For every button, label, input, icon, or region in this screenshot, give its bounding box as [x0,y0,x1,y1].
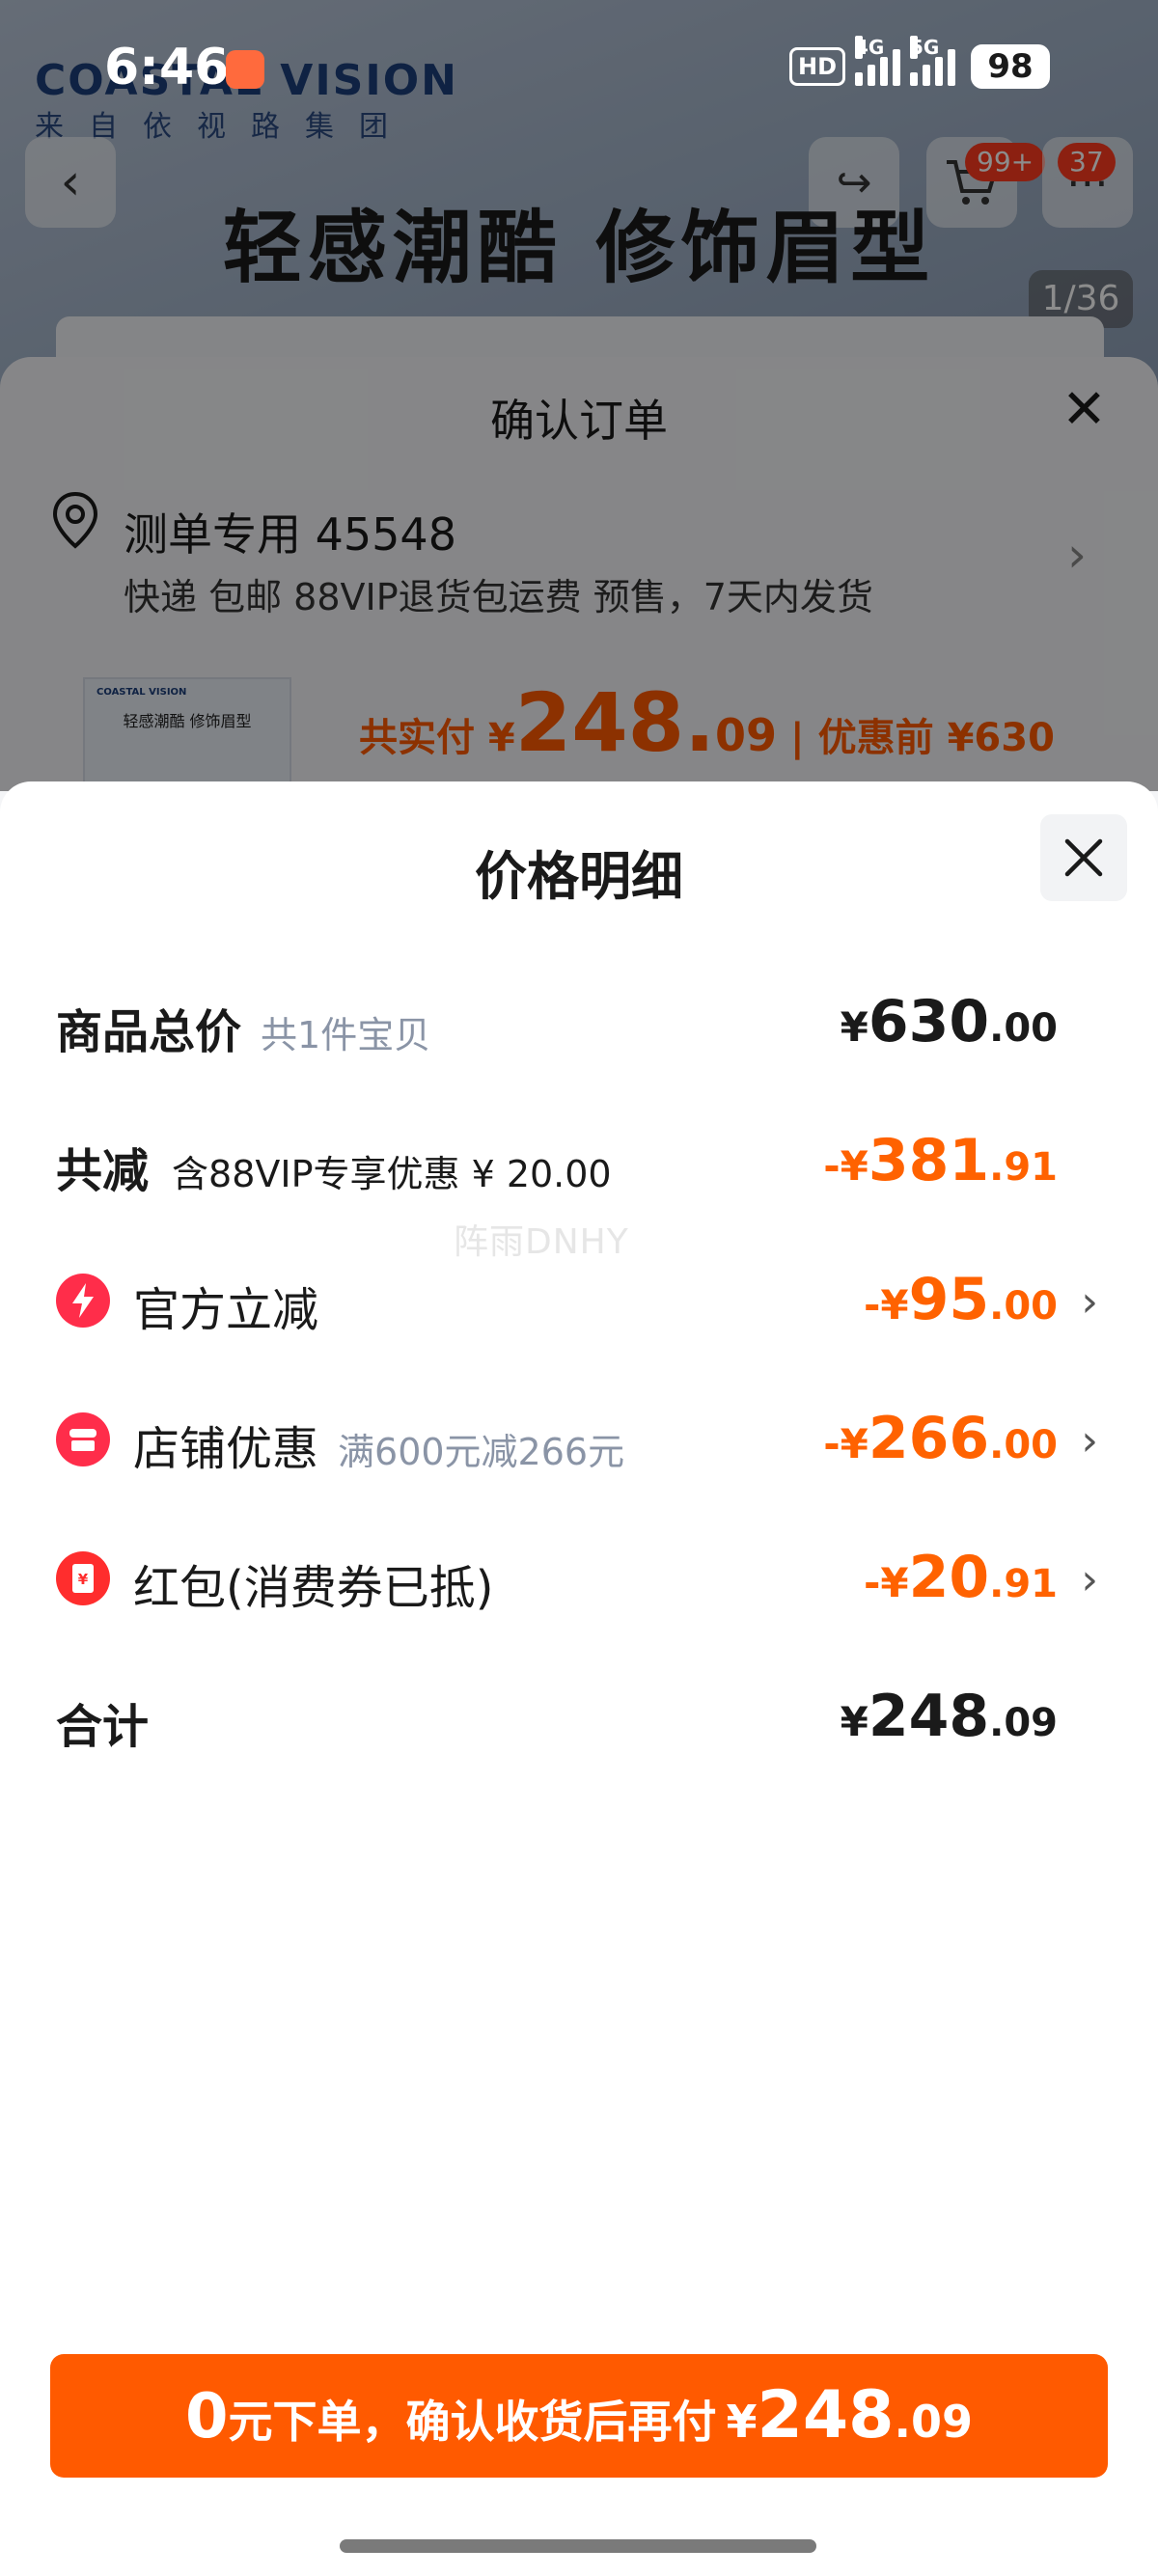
row-sublabel: 共1件宝贝 [261,1014,431,1056]
pay-integer: 248 [757,2377,895,2453]
row-official-discount[interactable]: 官方立减 -¥95.00 › [56,1260,1098,1337]
pay-text: 元下单，确认收货后再付 [228,2396,717,2448]
row-amount: ¥630.00 [840,988,1058,1055]
row-amount: ¥248.09 [840,1683,1058,1750]
pay-decimal: .09 [894,2396,974,2448]
svg-text:¥: ¥ [78,1571,89,1588]
signal-4g-icon: 4G [855,36,901,86]
row-label: 商品总价 共1件宝贝 [56,1005,431,1059]
network-label-4g: 4G [855,36,885,59]
home-indicator[interactable] [340,2539,816,2553]
chevron-right-icon: › [1081,1277,1098,1327]
row-amount: -¥95.00 [863,1266,1058,1333]
row-amount: -¥266.00 [823,1405,1058,1472]
row-sublabel: 满600元减266元 [338,1431,625,1473]
row-label: 店铺优惠 满600元减266元 [133,1422,625,1476]
row-sublabel: 含88VIP专享优惠 ¥ 20.00 [172,1153,612,1195]
chevron-right-icon: › [1081,1555,1098,1604]
price-detail-sheet: 价格明细 商品总价 共1件宝贝 ¥630.00 共减 含88VIP专享优惠 ¥ 20… [0,781,1158,2576]
pay-later-order-button[interactable]: 0元下单，确认收货后再付 ¥248.09 [50,2354,1108,2478]
row-amount: -¥20.91 [863,1544,1058,1611]
network-label-5g: 5G [910,36,940,59]
modal-dim-overlay[interactable] [0,0,1158,791]
app-notification-icon [226,50,264,89]
shop-coupon-icon [56,1412,110,1466]
red-envelope-icon: ¥ [56,1551,110,1605]
row-total-discount: 共减 含88VIP专享优惠 ¥ 20.00 -¥381.91 [56,1121,1098,1198]
row-label: 红包(消费券已抵) [133,1561,494,1615]
detail-close-button[interactable] [1040,814,1127,901]
hd-voice-icon: HD [789,47,846,86]
row-red-envelope[interactable]: ¥ 红包(消费券已抵) -¥20.91 › [56,1538,1098,1615]
pay-zero: 0 [185,2381,229,2453]
row-label: 官方立减 [133,1283,319,1337]
signal-5g-icon: 5G [910,36,956,86]
row-label: 合计 [56,1700,150,1754]
status-time: 6:46 [104,39,230,96]
battery-icon: 98 [971,44,1051,89]
lightning-icon [56,1274,110,1328]
status-indicators: HD 4G 5G 98 [789,36,1051,89]
pay-yen: ¥ [726,2396,758,2448]
row-amount: -¥381.91 [823,1127,1058,1194]
row-grand-total: 合计 ¥248.09 [56,1677,1098,1754]
row-label: 共减 含88VIP专享优惠 ¥ 20.00 [56,1144,612,1198]
close-icon [1064,838,1103,877]
row-store-discount[interactable]: 店铺优惠 满600元减266元 -¥266.00 › [56,1399,1098,1476]
watermark: 阵雨DNHY [454,1222,629,1262]
chevron-right-icon: › [1081,1416,1098,1466]
row-subtotal: 商品总价 共1件宝贝 ¥630.00 [56,982,1098,1059]
price-detail-title: 价格明细 [475,846,683,907]
